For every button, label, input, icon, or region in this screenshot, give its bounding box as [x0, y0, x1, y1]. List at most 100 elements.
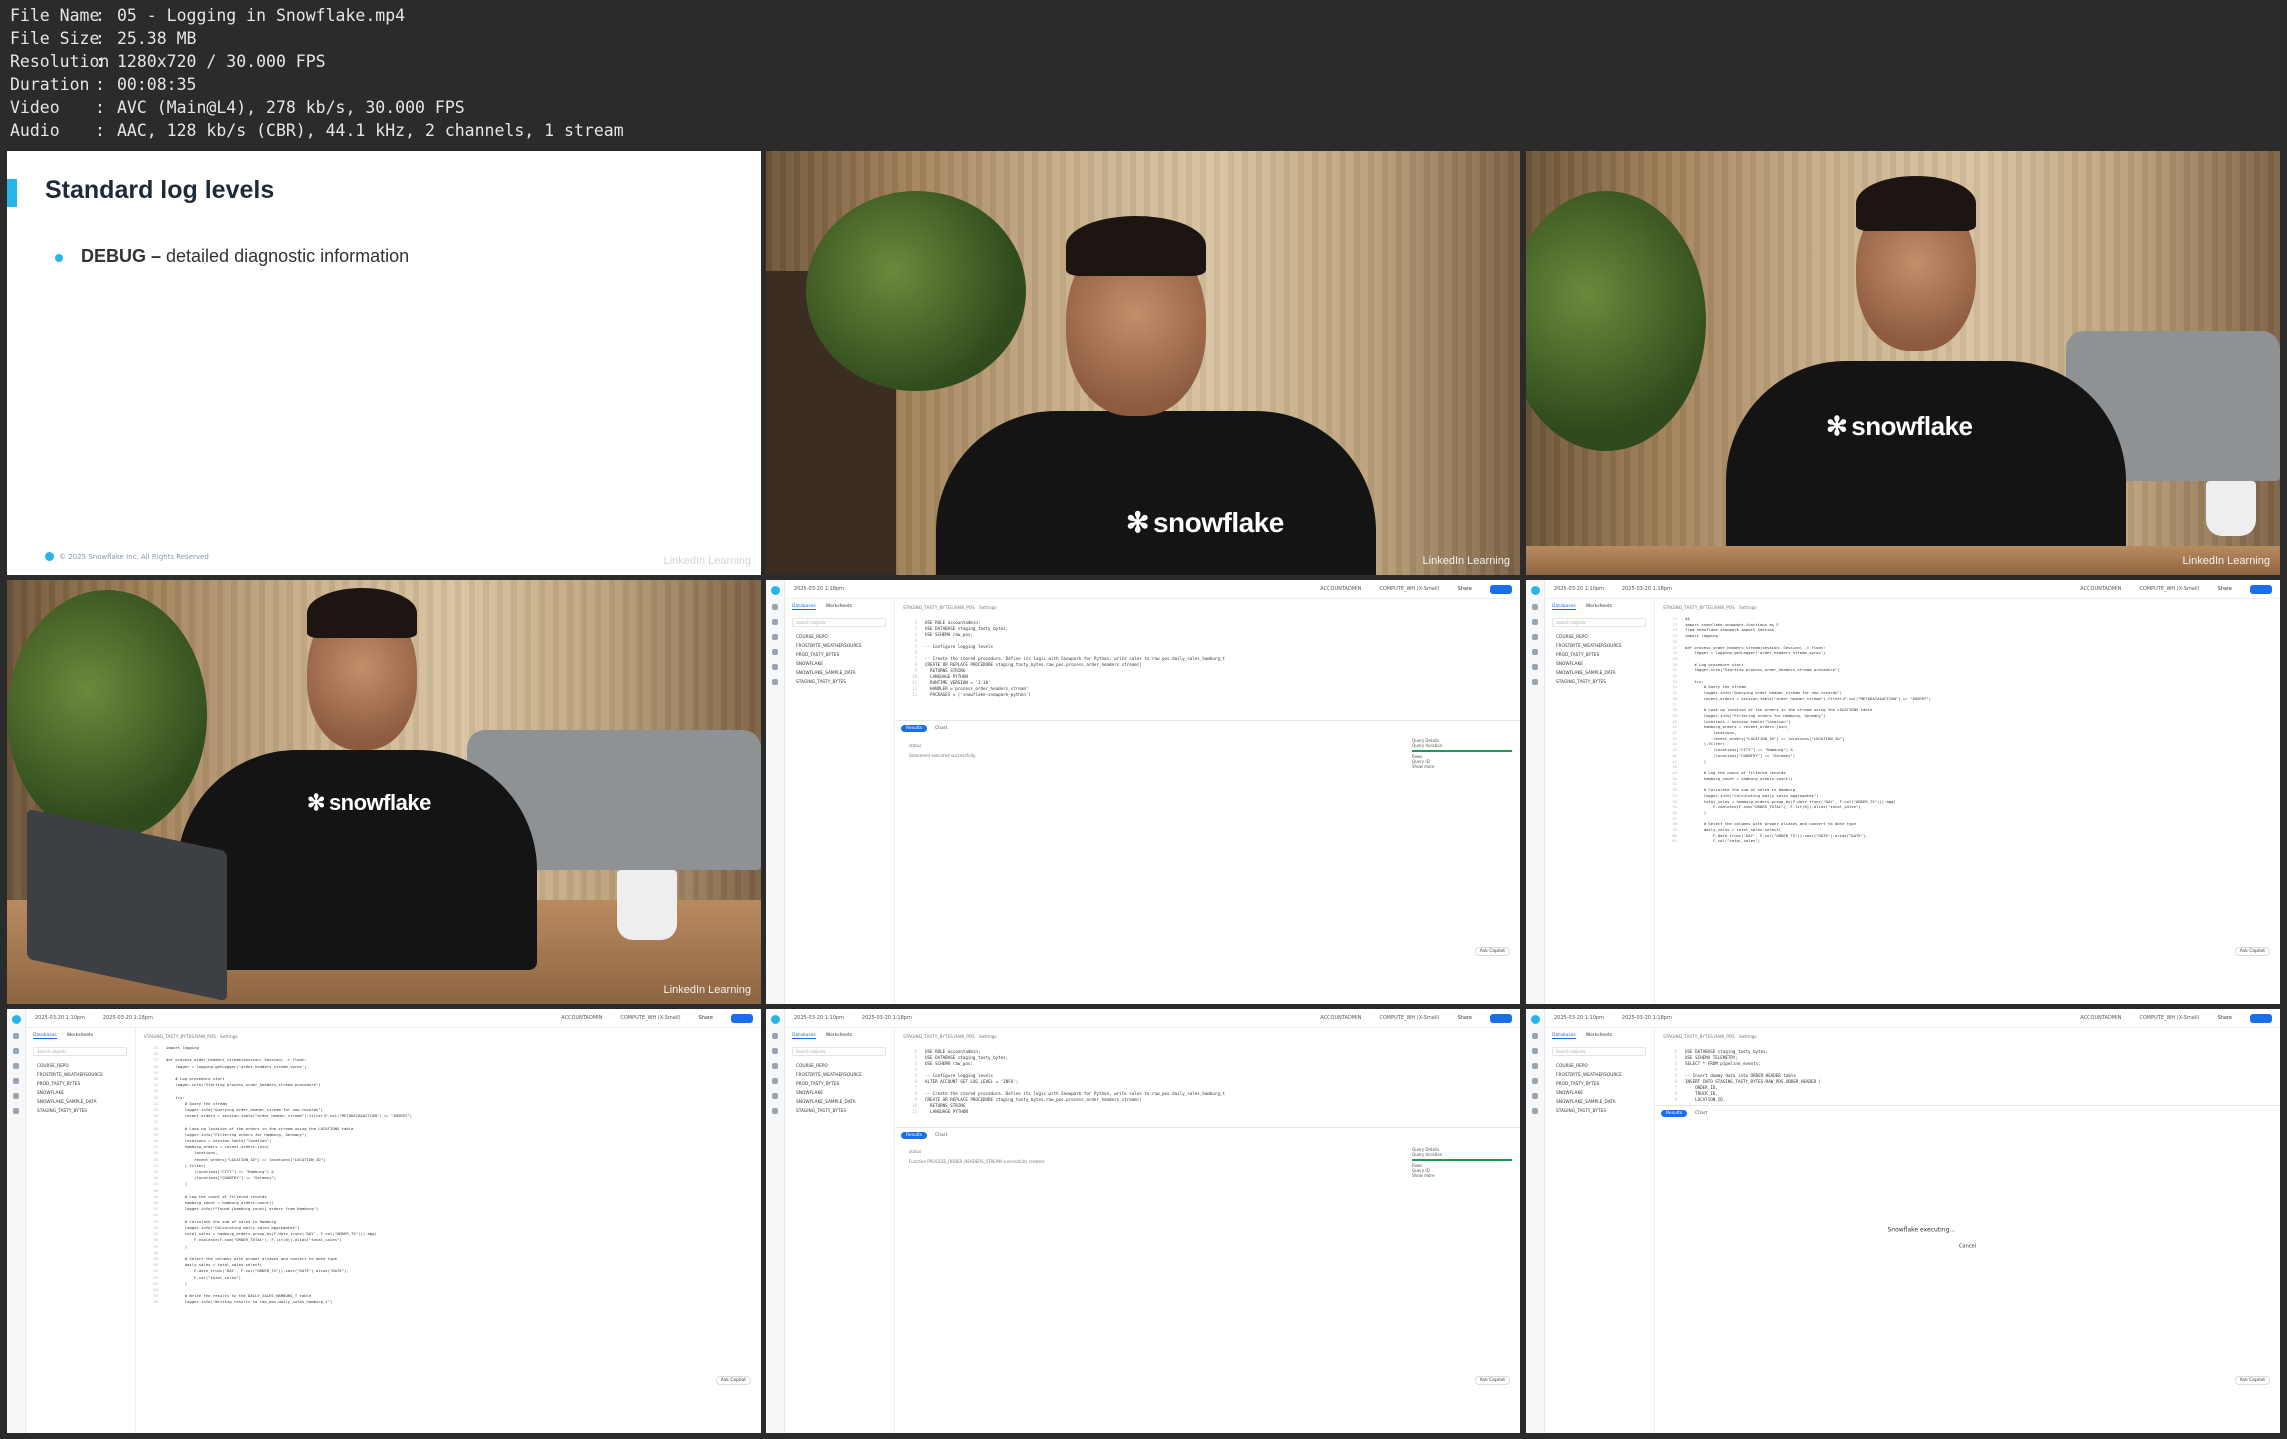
database-item[interactable]: FROSTBYTE_WEATHERSOURCE	[1544, 642, 1654, 651]
run-button[interactable]	[2250, 1013, 2272, 1023]
search-input[interactable]: Search objects	[1552, 1047, 1646, 1056]
worksheets-tab[interactable]: Worksheets	[1586, 1033, 1612, 1039]
ask-copilot-button[interactable]: Ask Copilot	[2234, 1376, 2270, 1385]
worksheets-tab[interactable]: Worksheets	[67, 1033, 93, 1039]
database-item[interactable]: SNOWFLAKE	[1544, 660, 1654, 669]
role-selector[interactable]: ACCOUNTADMIN	[2080, 586, 2121, 592]
share-button[interactable]: Share	[1458, 586, 1472, 592]
snowsight-screenshot: 2025-03-20 1:10pm 2025-03-20 1:18pm ACCO…	[1526, 1009, 2280, 1433]
database-item[interactable]: SNOWFLAKE	[1544, 1089, 1654, 1098]
code-editor[interactable]: 1 USE ROLE accountadmin; 2 USE DATABASE sta…	[903, 1049, 1500, 1115]
run-button[interactable]	[2250, 584, 2272, 594]
databases-tab[interactable]: Databases	[792, 604, 816, 610]
database-item[interactable]: FROSTBYTE_WEATHERSOURCE	[784, 642, 894, 651]
chart-tab[interactable]: Chart	[935, 1133, 947, 1138]
warehouse-selector[interactable]: COMPUTE_WH (X-Small)	[1379, 586, 1439, 592]
databases-tab[interactable]: Databases	[1552, 1033, 1576, 1039]
database-item[interactable]: SNOWFLAKE_SAMPLE_DATA	[784, 1098, 894, 1107]
share-button[interactable]: Share	[1458, 1015, 1472, 1021]
search-input[interactable]: Search objects	[792, 1047, 886, 1056]
database-item[interactable]: PROD_TASTY_BYTES	[784, 1080, 894, 1089]
results-tab[interactable]: Results	[901, 1132, 928, 1139]
worksheet-tab[interactable]: 2025-03-20 1:18pm	[1622, 1015, 1672, 1021]
code-editor[interactable]: 1 USE ROLE accountadmin; 2 USE DATABASE sta…	[903, 620, 1500, 698]
database-item[interactable]: SNOWFLAKE	[25, 1089, 135, 1098]
run-button[interactable]	[1490, 1013, 1512, 1023]
run-button[interactable]	[731, 1013, 753, 1023]
database-item[interactable]: FROSTBYTE_WEATHERSOURCE	[784, 1071, 894, 1080]
database-item[interactable]: STAGING_TASTY_BYTES	[1544, 678, 1654, 687]
worksheets-tab[interactable]: Worksheets	[826, 604, 852, 610]
database-item[interactable]: PROD_TASTY_BYTES	[25, 1080, 135, 1089]
code-editor[interactable]: 22 $$ 23 import snowflake.snowpark.function…	[1663, 616, 2260, 844]
ask-copilot-button[interactable]: Ask Copilot	[1474, 1376, 1510, 1385]
object-explorer: Databases Worksheets Search objects COURSE_…	[784, 598, 895, 1004]
database-item[interactable]: STAGING_TASTY_BYTES	[784, 1107, 894, 1116]
status-message: Statement executed successfully.	[909, 753, 976, 758]
worksheet-tab[interactable]: 2025-03-20 1:10pm	[35, 1015, 85, 1021]
role-selector[interactable]: ACCOUNTADMIN	[2080, 1015, 2121, 1021]
database-item[interactable]: SNOWFLAKE	[784, 1089, 894, 1098]
slide-bullet: DEBUG – detailed diagnostic information	[81, 246, 410, 266]
worksheets-tab[interactable]: Worksheets	[826, 1033, 852, 1039]
database-item[interactable]: FROSTBYTE_WEATHERSOURCE	[25, 1071, 135, 1080]
ask-copilot-button[interactable]: Ask Copilot	[1474, 947, 1510, 956]
database-item[interactable]: PROD_TASTY_BYTES	[1544, 651, 1654, 660]
databases-tab[interactable]: Databases	[33, 1033, 57, 1039]
warehouse-selector[interactable]: COMPUTE_WH (X-Small)	[1379, 1015, 1439, 1021]
chart-tab[interactable]: Chart	[1695, 1111, 1707, 1116]
worksheet-tab[interactable]: 2025-03-20 1:18pm	[794, 586, 844, 592]
search-input[interactable]: Search objects	[1552, 618, 1646, 627]
watermark: LinkedIn Learning	[2182, 555, 2270, 567]
database-item[interactable]: SNOWFLAKE	[784, 660, 894, 669]
warehouse-selector[interactable]: COMPUTE_WH (X-Small)	[620, 1015, 680, 1021]
role-selector[interactable]: ACCOUNTADMIN	[1320, 1015, 1361, 1021]
database-item[interactable]: COURSE_REPO	[1544, 1062, 1654, 1071]
worksheet-tab[interactable]: 2025-03-20 1:10pm	[794, 1015, 844, 1021]
share-button[interactable]: Share	[699, 1015, 713, 1021]
run-button[interactable]	[1490, 584, 1512, 594]
warehouse-selector[interactable]: COMPUTE_WH (X-Small)	[2139, 1015, 2199, 1021]
role-selector[interactable]: ACCOUNTADMIN	[1320, 586, 1361, 592]
results-tab[interactable]: Results	[1661, 1110, 1688, 1117]
database-item[interactable]: STAGING_TASTY_BYTES	[25, 1107, 135, 1116]
worksheet-tab[interactable]: 2025-03-20 1:10pm	[1554, 1015, 1604, 1021]
share-button[interactable]: Share	[2218, 1015, 2232, 1021]
database-item[interactable]: SNOWFLAKE_SAMPLE_DATA	[1544, 669, 1654, 678]
worksheet-tab[interactable]: 2025-03-20 1:18pm	[862, 1015, 912, 1021]
worksheet-tab[interactable]: 2025-03-20 1:18pm	[1622, 586, 1672, 592]
worksheet-tab[interactable]: 2025-03-20 1:18pm	[103, 1015, 153, 1021]
worksheet-tab[interactable]: 2025-03-20 1:10pm	[1554, 586, 1604, 592]
cancel-button[interactable]: Cancel	[1888, 1244, 2048, 1250]
video-frame-speaker: ✻ snowflake LinkedIn Learning	[766, 151, 1520, 575]
code-editor[interactable]: 25 import logging 26 27 def process_order_he…	[144, 1045, 741, 1306]
database-item[interactable]: COURSE_REPO	[1544, 633, 1654, 642]
warehouse-selector[interactable]: COMPUTE_WH (X-Small)	[2139, 586, 2199, 592]
database-item[interactable]: PROD_TASTY_BYTES	[1544, 1080, 1654, 1089]
search-input[interactable]: Search objects	[792, 618, 886, 627]
database-item[interactable]: COURSE_REPO	[784, 1062, 894, 1071]
results-tab[interactable]: Results	[901, 725, 928, 732]
share-button[interactable]: Share	[2218, 586, 2232, 592]
code-editor[interactable]: 1 USE DATABASE staging_tasty_bytes; 2 USE S…	[1663, 1049, 2260, 1103]
ask-copilot-button[interactable]: Ask Copilot	[2234, 947, 2270, 956]
databases-tab[interactable]: Databases	[792, 1033, 816, 1039]
role-selector[interactable]: ACCOUNTADMIN	[561, 1015, 602, 1021]
databases-tab[interactable]: Databases	[1552, 604, 1576, 610]
search-input[interactable]: Search objects	[33, 1047, 127, 1056]
database-item[interactable]: COURSE_REPO	[784, 633, 894, 642]
object-explorer: Databases Worksheets Search objects COURSE_…	[1544, 1027, 1655, 1433]
database-item[interactable]: FROSTBYTE_WEATHERSOURCE	[1544, 1071, 1654, 1080]
database-item[interactable]: STAGING_TASTY_BYTES	[1544, 1107, 1654, 1116]
database-item[interactable]: COURSE_REPO	[25, 1062, 135, 1071]
ask-copilot-button[interactable]: Ask Copilot	[715, 1376, 751, 1385]
database-item[interactable]: SNOWFLAKE_SAMPLE_DATA	[784, 669, 894, 678]
worksheets-tab[interactable]: Worksheets	[1586, 604, 1612, 610]
object-explorer: Databases Worksheets Search objects COURSE_…	[25, 1027, 136, 1433]
database-item[interactable]: SNOWFLAKE_SAMPLE_DATA	[1544, 1098, 1654, 1107]
file-info-row: Duration:00:08:35	[10, 75, 197, 94]
database-item[interactable]: STAGING_TASTY_BYTES	[784, 678, 894, 687]
chart-tab[interactable]: Chart	[935, 726, 947, 731]
database-item[interactable]: PROD_TASTY_BYTES	[784, 651, 894, 660]
database-item[interactable]: SNOWFLAKE_SAMPLE_DATA	[25, 1098, 135, 1107]
